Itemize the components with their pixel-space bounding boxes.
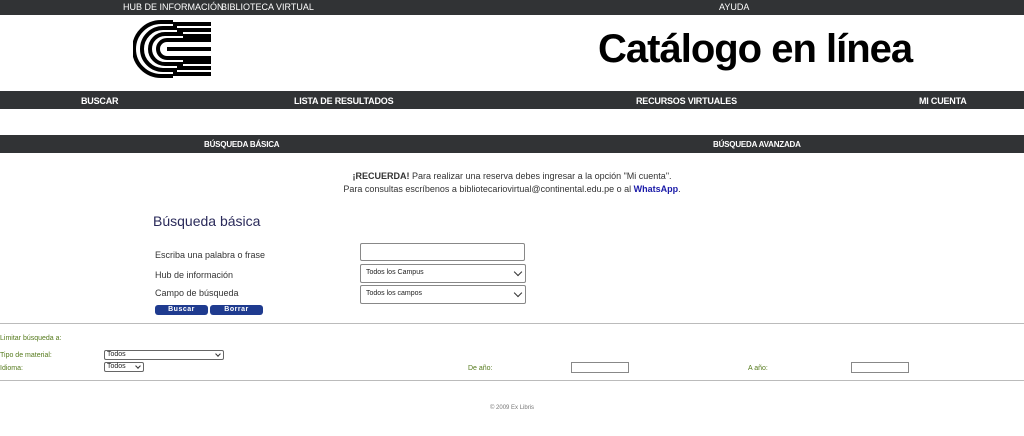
tab-busqueda-avanzada[interactable]: BÚSQUEDA AVANZADA (713, 140, 801, 149)
header: Catálogo en línea (0, 15, 1024, 91)
chevron-down-icon (513, 288, 523, 298)
idioma-select[interactable]: Todos (104, 362, 144, 372)
de-anio-input[interactable] (571, 362, 629, 373)
hub-label: Hub de información (155, 270, 234, 280)
chevron-down-icon (513, 267, 523, 277)
borrar-button[interactable]: Borrar (210, 305, 263, 315)
nav-recursos-virtuales[interactable]: RECURSOS VIRTUALES (636, 96, 737, 106)
nav-buscar[interactable]: BUSCAR (81, 96, 119, 106)
a-anio-label: A año: (748, 365, 768, 372)
idioma-value: Todos (107, 363, 126, 370)
buscar-button[interactable]: Buscar (155, 305, 208, 315)
notice-line-1: ¡RECUERDA! Para realizar una reserva deb… (0, 171, 1024, 181)
phrase-label: Escriba una palabra o frase (155, 250, 266, 260)
whatsapp-link[interactable]: WhatsApp (634, 184, 679, 194)
section-title: Búsqueda básica (153, 213, 261, 229)
nav-lista-resultados[interactable]: LISTA DE RESULTADOS (294, 96, 394, 106)
de-anio-label: De año: (468, 365, 493, 372)
limit-title: Limitar búsqueda a: (0, 335, 62, 342)
link-ayuda[interactable]: AYUDA (719, 2, 749, 12)
divider-bottom (0, 380, 1024, 381)
link-hub-informacion[interactable]: HUB DE INFORMACIÓN (123, 2, 224, 12)
tipo-material-label: Tipo de material: (0, 352, 52, 359)
search-input[interactable] (360, 243, 525, 261)
notice-line-2: Para consultas escríbenos a bibliotecari… (0, 184, 1024, 194)
field-select[interactable]: Todos los campos (360, 285, 526, 304)
notice-text-2-end: . (678, 184, 681, 194)
divider-top (0, 323, 1024, 324)
page-title: Catálogo en línea (598, 27, 913, 71)
tipo-material-select[interactable]: Todos (104, 350, 224, 360)
search-type-nav: BÚSQUEDA BÁSICA BÚSQUEDA AVANZADA (0, 135, 1024, 153)
footer-copyright: © 2009 Ex Libris (489, 405, 535, 411)
hub-select-value: Todos los Campus (366, 269, 424, 276)
link-biblioteca-virtual[interactable]: BIBLIOTECA VIRTUAL (221, 2, 314, 12)
field-label: Campo de búsqueda (155, 288, 239, 298)
university-logo-icon (133, 20, 211, 78)
notice-text-2: Para consultas escríbenos a bibliotecari… (343, 184, 634, 194)
notice-recuerda: ¡RECUERDA! (352, 171, 410, 181)
tipo-material-value: Todos (107, 351, 126, 358)
a-anio-input[interactable] (851, 362, 909, 373)
main-nav: BUSCAR LISTA DE RESULTADOS RECURSOS VIRT… (0, 91, 1024, 109)
chevron-down-icon (135, 363, 141, 369)
notice-text-1: Para realizar una reserva debes ingresar… (409, 171, 672, 181)
nav-mi-cuenta[interactable]: MI CUENTA (919, 96, 967, 106)
chevron-down-icon (215, 351, 221, 357)
top-bar: HUB DE INFORMACIÓN BIBLIOTECA VIRTUAL AY… (0, 0, 1024, 15)
tab-busqueda-basica[interactable]: BÚSQUEDA BÁSICA (204, 140, 280, 149)
field-select-value: Todos los campos (366, 290, 423, 297)
hub-select[interactable]: Todos los Campus (360, 264, 526, 283)
idioma-label: Idioma: (0, 365, 23, 372)
